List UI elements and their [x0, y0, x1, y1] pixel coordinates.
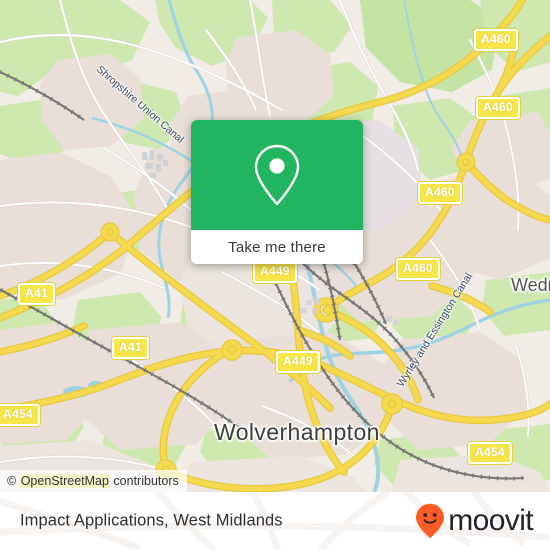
- take-me-there-button[interactable]: Take me there: [191, 230, 363, 264]
- road-shield-a460-top-right: A460: [474, 29, 518, 51]
- attribution-copyright-symbol: ©: [7, 474, 17, 488]
- map-pin-icon: [254, 144, 300, 206]
- moovit-wordmark: moovit: [448, 504, 533, 537]
- place-label-wolverhampton: Wolverhampton: [214, 419, 380, 445]
- road-shield-a449-center: A449: [276, 351, 320, 373]
- map-attribution[interactable]: © OpenStreetMap contributors: [0, 470, 187, 492]
- road-shield-a460-upper-right: A460: [476, 97, 520, 119]
- road-shield-a449-behind-card: A449: [253, 261, 297, 283]
- road-shield-a460-mid: A460: [396, 258, 440, 280]
- attribution-suffix: contributors: [109, 474, 179, 488]
- place-label-wednesfield: Wedn: [511, 275, 550, 295]
- footer-bar: Impact Applications, West Midlands moovi…: [0, 492, 550, 550]
- road-shield-a460-right: A460: [418, 182, 462, 204]
- road-shield-a41-lower-left: A41: [112, 337, 149, 359]
- map-screenshot: .green{fill:#cfe8b0;} .greend{fill:#c5e3…: [0, 0, 550, 550]
- road-shield-a454-right: A454: [468, 442, 512, 464]
- card-pin-area: [191, 120, 363, 230]
- road-shield-a454-left: A454: [0, 404, 40, 426]
- moovit-pin-smile-icon: [416, 503, 445, 539]
- moovit-logo[interactable]: moovit: [415, 503, 534, 539]
- location-title: Impact Applications, West Midlands: [20, 511, 283, 530]
- attribution-osm-link[interactable]: OpenStreetMap: [19, 474, 110, 488]
- take-me-there-card[interactable]: Take me there: [191, 120, 363, 264]
- map-canvas[interactable]: .green{fill:#cfe8b0;} .greend{fill:#c5e3…: [0, 0, 550, 492]
- road-shield-a41-left: A41: [18, 283, 55, 305]
